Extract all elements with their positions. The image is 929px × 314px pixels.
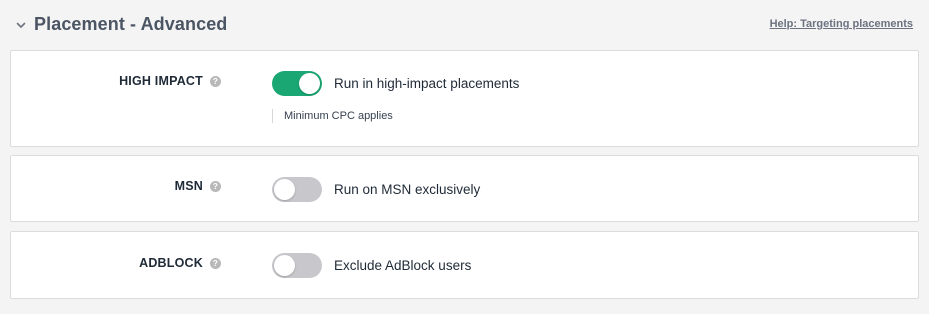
toggle-knob bbox=[274, 179, 295, 200]
high-impact-card: HIGH IMPACT ? Run in high-impact placeme… bbox=[10, 50, 919, 147]
section-header: Placement - Advanced Help: Targeting pla… bbox=[10, 0, 919, 49]
adblock-label-group: ADBLOCK ? bbox=[139, 256, 221, 270]
msn-toggle-label: Run on MSN exclusively bbox=[334, 182, 481, 197]
msn-label: MSN bbox=[174, 179, 203, 193]
high-impact-label: HIGH IMPACT bbox=[119, 74, 203, 88]
msn-toggle-row: Run on MSN exclusively bbox=[272, 177, 480, 202]
msn-label-group: MSN ? bbox=[175, 179, 221, 193]
adblock-card: ADBLOCK ? Exclude AdBlock users bbox=[10, 231, 919, 299]
help-icon[interactable]: ? bbox=[210, 75, 221, 87]
adblock-toggle-label: Exclude AdBlock users bbox=[334, 258, 472, 273]
toggle-knob bbox=[274, 255, 295, 276]
high-impact-toggle-label: Run in high-impact placements bbox=[334, 76, 520, 91]
help-targeting-placements-link[interactable]: Help: Targeting placements bbox=[770, 18, 913, 30]
high-impact-toggle[interactable] bbox=[272, 71, 322, 96]
section-title: Placement - Advanced bbox=[34, 14, 228, 34]
msn-toggle[interactable] bbox=[272, 177, 322, 202]
help-icon[interactable]: ? bbox=[210, 257, 221, 269]
high-impact-label-group: HIGH IMPACT ? bbox=[119, 74, 221, 88]
help-icon[interactable]: ? bbox=[210, 180, 221, 192]
adblock-toggle[interactable] bbox=[272, 253, 322, 278]
placement-advanced-section: Placement - Advanced Help: Targeting pla… bbox=[0, 0, 929, 314]
adblock-label: ADBLOCK bbox=[139, 256, 203, 270]
msn-card: MSN ? Run on MSN exclusively bbox=[10, 155, 919, 222]
minimum-cpc-note: Minimum CPC applies bbox=[272, 109, 393, 123]
chevron-down-icon[interactable] bbox=[10, 14, 32, 36]
adblock-toggle-row: Exclude AdBlock users bbox=[272, 253, 471, 278]
toggle-knob bbox=[299, 73, 320, 94]
high-impact-toggle-row: Run in high-impact placements bbox=[272, 71, 519, 96]
